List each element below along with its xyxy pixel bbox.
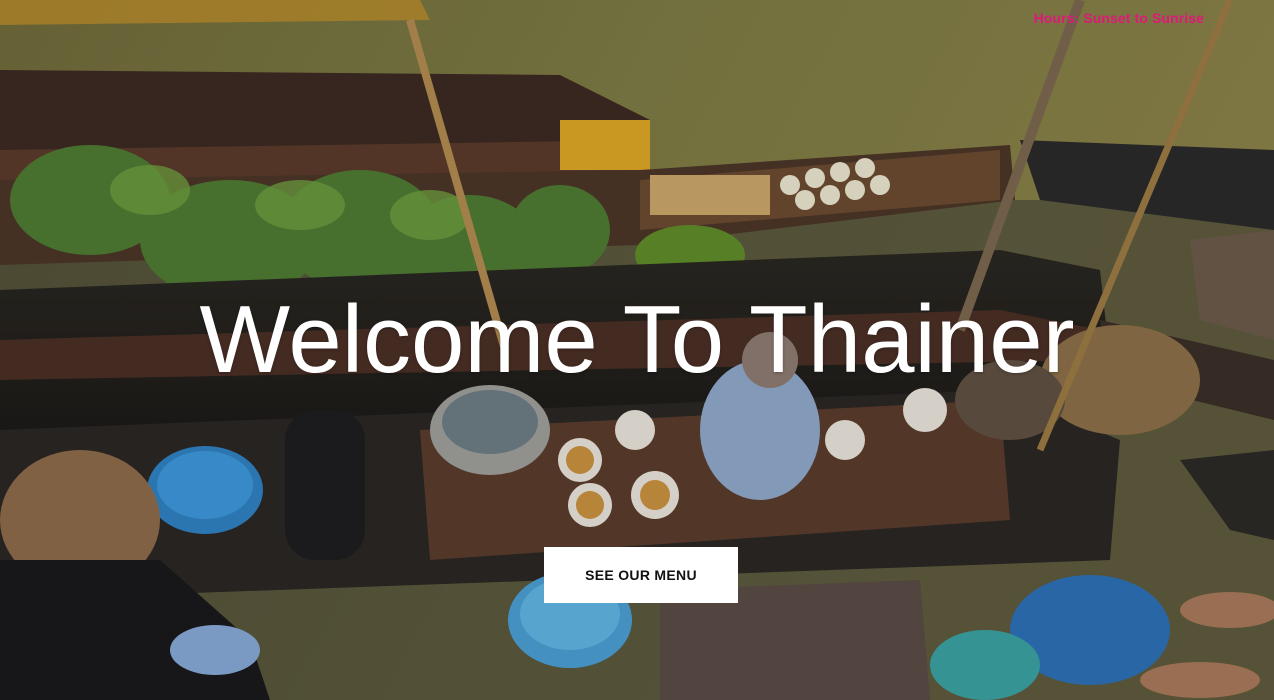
hero-title: Welcome To Thainer (199, 286, 1075, 393)
hero-section: Hours: Sunset to Sunrise Welcome To Thai… (0, 0, 1274, 700)
hours-text: Hours: Sunset to Sunrise (1033, 10, 1204, 26)
see-our-menu-button[interactable]: SEE OUR MENU (544, 547, 738, 603)
